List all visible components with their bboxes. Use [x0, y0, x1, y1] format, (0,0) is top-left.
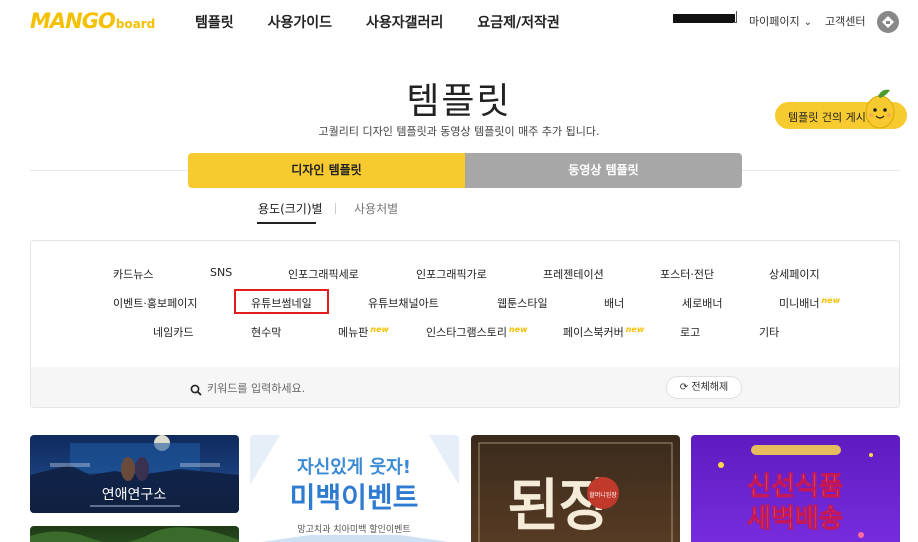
template-thumbnail[interactable]: 신선식품 새벽배송	[691, 435, 900, 542]
t2-caption: 망고치과 치아미백 할인이벤트	[297, 523, 410, 535]
logo-main-text: MANGO	[30, 9, 116, 33]
category-menu-label: 메뉴판	[338, 326, 369, 339]
template-thumbnail[interactable]: 연애연구소	[30, 435, 239, 513]
category-infographic-vertical[interactable]: 인포그래픽세로	[288, 266, 359, 282]
subtab-divider	[335, 203, 336, 214]
t2-headline: 자신있게 웃자!	[297, 457, 411, 478]
new-tag: new	[625, 325, 645, 334]
redacted-username	[673, 14, 735, 23]
mypage-label: 마이페이지	[749, 15, 800, 28]
chevron-down-icon: ⌄	[803, 17, 812, 28]
nav-templates[interactable]: 템플릿	[195, 12, 234, 32]
subtab-by-usage[interactable]: 사용처별	[354, 200, 398, 217]
category-facebook-cover[interactable]: 페이스북커버 new	[563, 324, 644, 340]
category-presentation[interactable]: 프레젠테이션	[543, 266, 604, 282]
new-tag: new	[508, 325, 528, 334]
t4-line2: 새벽배송	[747, 504, 843, 534]
refresh-icon: ⟳	[679, 382, 689, 393]
logo-sub-text: board	[115, 17, 156, 31]
category-card-news[interactable]: 카드뉴스	[113, 266, 153, 282]
mypage-menu[interactable]: 마이페이지 ⌄	[749, 13, 812, 29]
search-bar: ⟳ 전체해제	[31, 367, 899, 407]
category-name-card[interactable]: 네임카드	[153, 324, 193, 340]
selected-category-highlight	[234, 289, 329, 314]
category-webtoon-style[interactable]: 웹툰스타일	[497, 295, 548, 311]
category-sns[interactable]: SNS	[210, 266, 232, 279]
new-tag: new	[370, 325, 389, 334]
category-infographic-horizontal[interactable]: 인포그래픽가로	[416, 266, 487, 282]
new-tag: new	[821, 296, 840, 305]
category-panel: 카드뉴스 SNS 인포그래픽세로 인포그래픽가로 프레젠테이션 포스터·전단 상…	[30, 240, 900, 408]
category-poster-flyer[interactable]: 포스터·전단	[660, 266, 714, 282]
category-mini-banner-label: 미니배너	[779, 297, 820, 310]
t1-title: 연애연구소	[102, 487, 167, 503]
site-header: MANGO board 템플릿 사용가이드 사용자갤러리 요금제/저작권 마이페…	[0, 0, 918, 44]
logo[interactable]: MANGO board	[30, 9, 155, 33]
category-event-promo-page[interactable]: 이벤트·홍보페이지	[113, 295, 197, 311]
category-vertical-banner[interactable]: 세로배너	[682, 295, 722, 311]
t3-seal-text: 할머니된장	[589, 491, 617, 499]
category-logo[interactable]: 로고	[680, 324, 700, 340]
category-etc[interactable]: 기타	[759, 324, 779, 340]
category-banner[interactable]: 배너	[604, 295, 624, 311]
reset-filters-button[interactable]: ⟳ 전체해제	[666, 376, 742, 399]
template-thumbnail[interactable]: 된장 할머니된장	[471, 435, 680, 542]
tab-design-templates[interactable]: 디자인 템플릿	[188, 153, 465, 188]
t4-line1: 신선식품	[747, 472, 843, 502]
reset-filters-label: 전체해제	[691, 382, 729, 393]
category-mini-banner[interactable]: 미니배너 new	[779, 295, 840, 311]
main-nav: 템플릿 사용가이드 사용자갤러리 요금제/저작권	[195, 12, 594, 32]
subtab-by-size[interactable]: 용도(크기)별	[258, 200, 323, 217]
active-subtab-underline	[257, 222, 316, 224]
mango-mascot-icon	[860, 86, 900, 130]
template-thumbnail[interactable]: 자신있게 웃자! 미백이벤트 망고치과 치아미백 할인이벤트	[250, 435, 459, 542]
t2-title: 미백이벤트	[290, 481, 419, 514]
tab-video-templates[interactable]: 동영상 템플릿	[465, 153, 742, 188]
category-facebook-cover-label: 페이스북커버	[563, 326, 624, 339]
search-input[interactable]	[207, 377, 627, 399]
nav-guide[interactable]: 사용가이드	[268, 12, 332, 32]
category-detail-page[interactable]: 상세페이지	[769, 266, 820, 282]
category-instagram-story-label: 인스타그램스토리	[426, 326, 507, 339]
template-thumbnail[interactable]	[30, 526, 239, 542]
search-icon	[190, 381, 202, 400]
category-instagram-story[interactable]: 인스타그램스토리 new	[426, 324, 527, 340]
category-placard[interactable]: 현수막	[251, 324, 281, 340]
category-youtube-channel-art[interactable]: 유튜브채널아트	[368, 295, 439, 311]
category-menu[interactable]: 메뉴판 new	[338, 324, 389, 340]
support-link[interactable]: 고객센터	[825, 13, 865, 29]
profile-avatar-icon[interactable]	[877, 11, 899, 33]
username-divider	[733, 11, 737, 23]
nav-gallery[interactable]: 사용자갤러리	[366, 12, 443, 32]
nav-pricing[interactable]: 요금제/저작권	[477, 12, 559, 32]
